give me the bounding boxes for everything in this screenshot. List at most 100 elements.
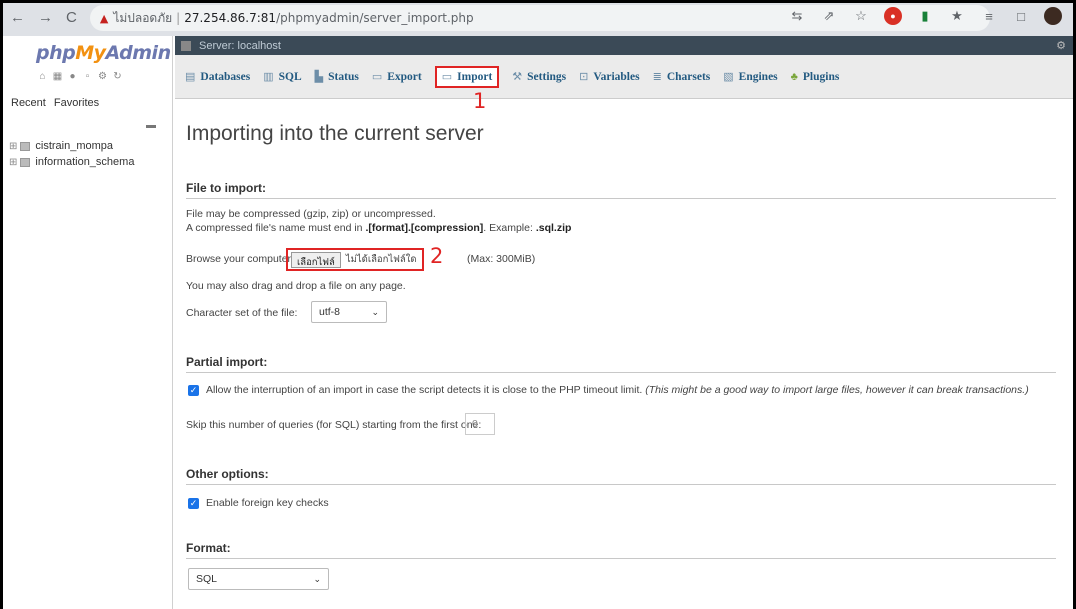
sql-icon: ▥: [263, 71, 274, 83]
compression-note: File may be compressed (gzip, zip) or un…: [186, 208, 436, 220]
db-item-information-schema[interactable]: ⊞ information_schema: [9, 156, 134, 168]
help-icon[interactable]: ●: [67, 71, 78, 82]
logo-admin: Admin: [105, 42, 172, 64]
share-icon[interactable]: ⇗: [820, 7, 838, 25]
forward-button[interactable]: →: [38, 0, 53, 36]
profile-avatar[interactable]: [1044, 7, 1062, 25]
browser-toolbar: ← → C ▲ ไม่ปลอดภัย | 27.254.86.7:81 /php…: [0, 0, 1076, 36]
partial-import-heading: Partial import:: [186, 355, 1056, 373]
status-icon: ▙: [314, 71, 324, 83]
allow-interrupt-checkbox[interactable]: ✓: [188, 385, 199, 396]
recent-tab[interactable]: Recent: [11, 97, 46, 109]
foreign-key-checkbox[interactable]: ✓: [188, 498, 199, 509]
tab-variables[interactable]: ⊡ Variables: [579, 66, 639, 88]
charset-select[interactable]: utf-8 ⌄: [311, 301, 387, 323]
engines-icon: ▧: [723, 71, 734, 83]
tab-import[interactable]: ▭ Import: [434, 65, 500, 88]
collapse-icon[interactable]: ▬: [146, 120, 156, 131]
tab-label: Settings: [527, 70, 567, 83]
note-prefix: A compressed file's name must end in: [186, 222, 366, 234]
max-size-text: (Max: 300MiB): [467, 253, 536, 265]
logout-icon[interactable]: ▦: [52, 71, 63, 82]
db-item-cistrain[interactable]: ⊞ cistrain_mompa: [9, 140, 113, 152]
playlist-icon[interactable]: ≡: [980, 7, 998, 25]
phpmyadmin-logo[interactable]: phpMyAdmin: [36, 42, 171, 64]
server-breadcrumb: Server: localhost ⚙: [175, 36, 1076, 55]
tree-expand-icon[interactable]: ⊞: [9, 141, 17, 152]
tab-export[interactable]: ▭ Export: [372, 66, 422, 88]
recent-favorites-tabs: Recent Favorites: [11, 97, 104, 109]
format-heading: Format:: [186, 541, 1056, 559]
top-menu: ▤ Databases ▥ SQL ▙ Status ▭ Export ▭ Import …: [175, 55, 1076, 99]
window-icon[interactable]: □: [1012, 7, 1030, 25]
format-value: SQL: [196, 573, 218, 585]
url-path: /phpmyadmin/server_import.php: [276, 11, 474, 25]
extension-icons: ⇆ ⇗ ☆ ● ▮ ★ ≡ □: [788, 7, 1062, 25]
wrench-icon: ⚒: [512, 71, 523, 83]
tab-label: SQL: [278, 70, 302, 83]
file-to-import-heading: File to import:: [186, 181, 1056, 199]
export-icon: ▭: [371, 71, 383, 83]
tab-settings[interactable]: ⚒ Settings: [512, 66, 566, 88]
reload-nav-icon[interactable]: ↻: [112, 71, 123, 82]
charset-label: Character set of the file:: [186, 307, 298, 319]
back-button[interactable]: ←: [10, 0, 25, 36]
other-options-heading: Other options:: [186, 467, 1056, 485]
tab-charsets[interactable]: ≣ Charsets: [653, 66, 711, 88]
url-separator: |: [176, 11, 181, 25]
tab-label: Status: [328, 70, 359, 83]
settings-icon[interactable]: ⚙: [97, 71, 108, 82]
database-icon: [20, 157, 31, 167]
drag-drop-hint: You may also drag and drop a file on any…: [186, 280, 406, 292]
tab-label: Databases: [200, 70, 251, 83]
tab-plugins[interactable]: ♣ Plugins: [791, 66, 840, 88]
logo-php: php: [36, 42, 76, 64]
db-item-label: information_schema: [35, 156, 135, 168]
annotation-marker-1: 1: [473, 89, 487, 113]
note-example: .sql.zip: [535, 222, 572, 234]
warning-icon: ▲: [99, 11, 109, 25]
extension-red-icon[interactable]: ●: [884, 7, 902, 25]
format-select[interactable]: SQL ⌄: [188, 568, 329, 590]
reload-button[interactable]: C: [66, 0, 77, 36]
star-icon[interactable]: ☆: [852, 7, 870, 25]
file-input[interactable]: เลือกไฟล์ ไม่ได้เลือกไฟล์ใด: [286, 248, 424, 271]
puzzle-icon[interactable]: ★: [948, 7, 966, 25]
annotation-marker-2: 2: [430, 244, 444, 268]
tab-status[interactable]: ▙ Status: [315, 66, 359, 88]
tab-label: Import: [457, 70, 493, 83]
gear-icon[interactable]: ⚙: [1056, 39, 1066, 52]
allow-interrupt-note: (This might be a good way to import larg…: [645, 384, 1029, 396]
translate-icon[interactable]: ⇆: [788, 7, 806, 25]
choose-file-button[interactable]: เลือกไฟล์: [291, 251, 341, 268]
tab-label: Variables: [593, 70, 640, 83]
tab-sql[interactable]: ▥ SQL: [263, 66, 301, 88]
tab-label: Engines: [738, 70, 778, 83]
security-label: ไม่ปลอดภัย: [113, 10, 173, 25]
page-title: Importing into the current server: [186, 122, 484, 145]
compressed-name-note: A compressed file's name must end in .[f…: [186, 222, 571, 234]
server-label[interactable]: Server: localhost: [199, 40, 281, 52]
note-format: .[format].[compression]: [365, 222, 484, 234]
charsets-icon: ≣: [652, 71, 662, 83]
allow-interrupt-text: Allow the interruption of an import in c…: [206, 384, 643, 396]
tab-label: Charsets: [666, 70, 711, 83]
browse-label: Browse your computer:: [186, 253, 294, 265]
skip-queries-label: Skip this number of queries (for SQL) st…: [186, 419, 482, 431]
navigation-panel: phpMyAdmin ⌂ ▦ ● ▫ ⚙ ↻ Recent Favorites …: [3, 36, 173, 609]
no-file-chosen-text: ไม่ได้เลือกไฟล์ใด: [345, 254, 417, 265]
extension-green-icon[interactable]: ▮: [916, 7, 934, 25]
home-icon[interactable]: ⌂: [37, 71, 48, 82]
chevron-down-icon: ⌄: [313, 573, 321, 584]
server-icon: [181, 40, 191, 51]
chevron-down-icon: ⌄: [371, 306, 379, 317]
favorites-tab[interactable]: Favorites: [54, 97, 99, 109]
tree-expand-icon[interactable]: ⊞: [9, 157, 17, 168]
tab-databases[interactable]: ▤ Databases: [185, 66, 250, 88]
docs-icon[interactable]: ▫: [82, 71, 93, 82]
skip-queries-input[interactable]: 0: [465, 413, 495, 435]
plugins-icon: ♣: [790, 70, 798, 83]
tab-engines[interactable]: ▧ Engines: [723, 66, 777, 88]
import-icon: ▭: [441, 71, 453, 83]
foreign-key-label: Enable foreign key checks: [206, 497, 329, 509]
